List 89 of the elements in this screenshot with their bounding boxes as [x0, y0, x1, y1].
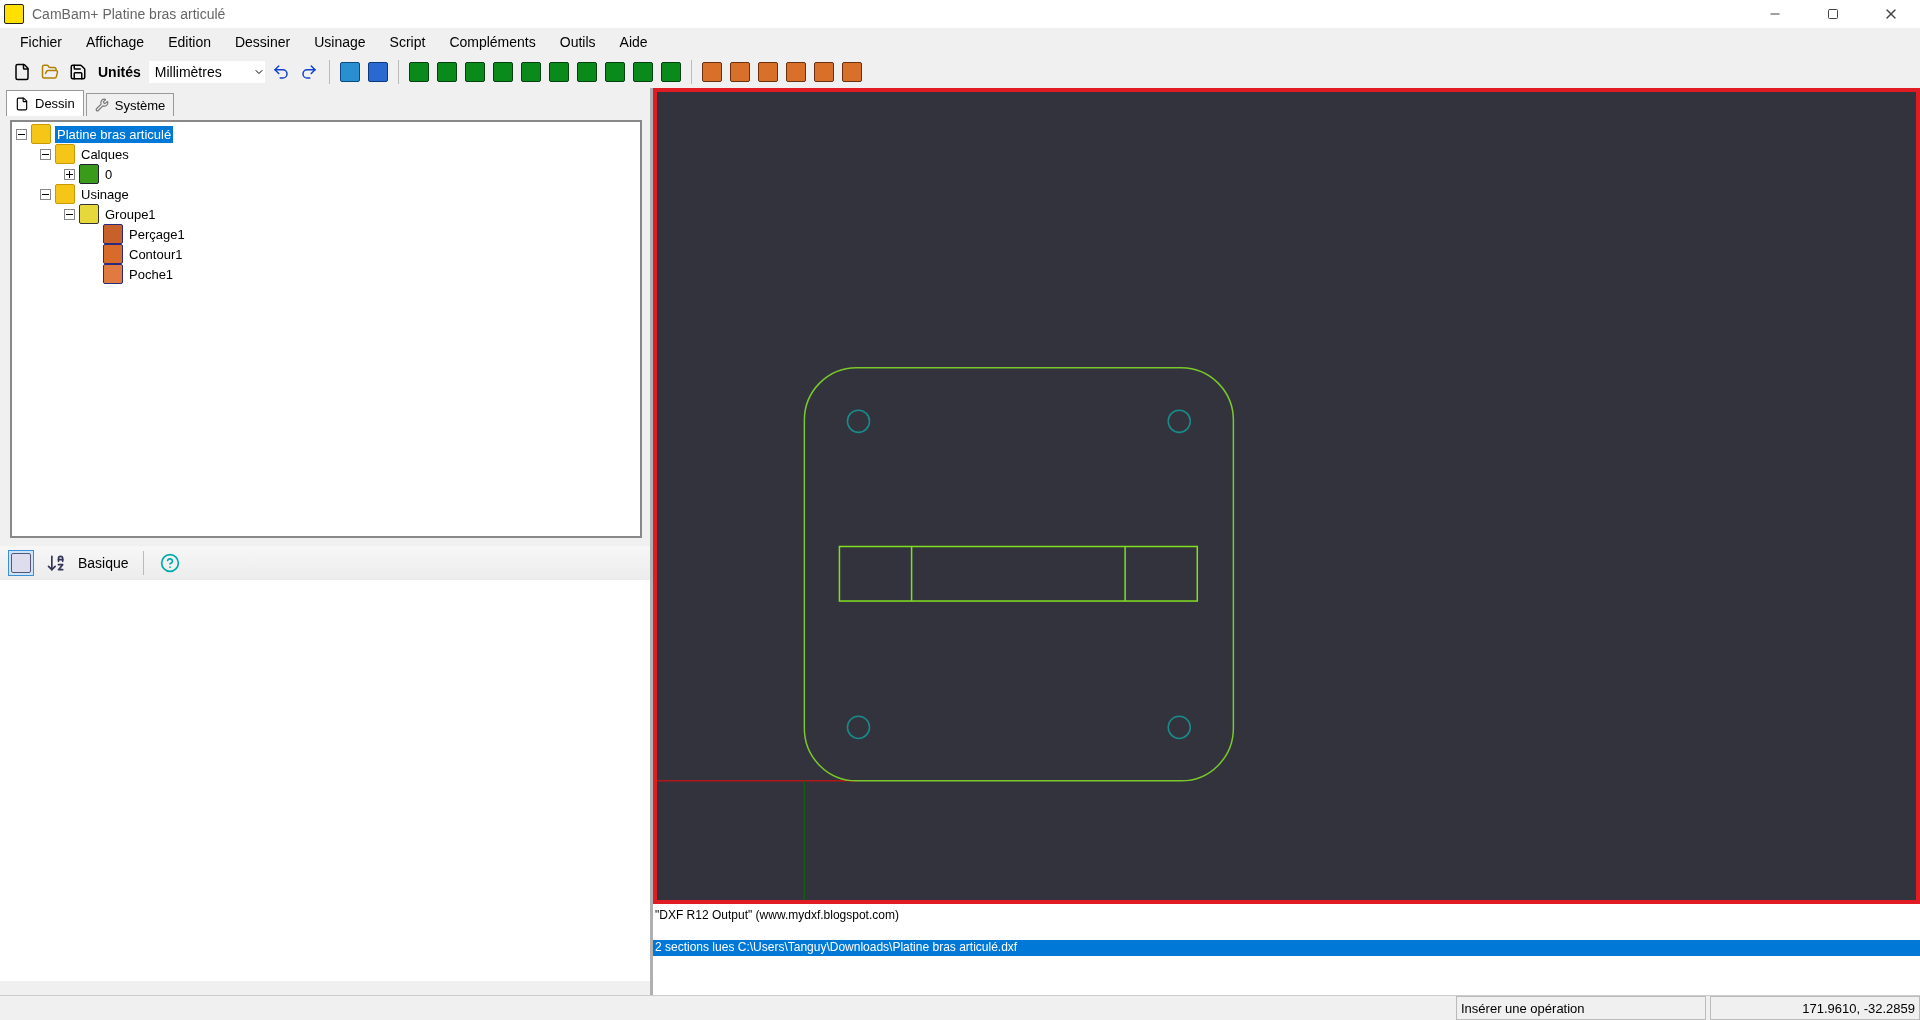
folder-icon [31, 124, 51, 144]
log-line[interactable]: "DXF R12 Output" (www.mydxf.blogspot.com) [653, 908, 1920, 924]
draw-tool-button[interactable] [574, 60, 599, 84]
hole-circle [1167, 409, 1192, 434]
page-icon [15, 96, 29, 111]
tool-icon [660, 62, 681, 82]
hole-circle [1167, 715, 1192, 740]
undo-icon [271, 63, 290, 81]
menu-item[interactable]: Edition [156, 34, 223, 50]
machining-tool-button[interactable] [699, 60, 724, 84]
tool-icon [757, 62, 778, 82]
collapse-toggle[interactable] [64, 208, 75, 220]
folder-icon [55, 184, 75, 204]
file-icon [13, 63, 31, 81]
item-icon [79, 204, 99, 224]
draw-tool-button[interactable] [518, 60, 543, 84]
collapse-toggle[interactable] [40, 148, 51, 160]
draw-tool-button[interactable] [406, 60, 431, 84]
help-icon [159, 553, 180, 573]
tree-item[interactable]: Poche1 [127, 265, 176, 283]
menu-item[interactable]: Outils [547, 34, 608, 50]
tool-icon [520, 62, 541, 82]
item-icon [103, 264, 123, 284]
tool-icon [339, 62, 360, 82]
tool-icon [464, 62, 485, 82]
menu-item[interactable]: Compléments [437, 34, 548, 50]
window-title: CamBam+ Platine bras articulé [32, 6, 227, 22]
tool-icon [729, 62, 750, 82]
draw-tool-button[interactable] [546, 60, 571, 84]
tree-item[interactable]: Usinage [79, 185, 131, 203]
panel-tab[interactable]: Dessin [6, 90, 84, 116]
tree-item[interactable]: Calques [79, 145, 131, 163]
machining-tool-button[interactable] [727, 60, 752, 84]
hole-circle [846, 715, 871, 740]
expand-toggle[interactable] [64, 168, 75, 180]
units-dropdown[interactable]: Millimètres [148, 61, 265, 83]
machining-tool-button[interactable] [839, 60, 864, 84]
tree-item[interactable]: Contour1 [127, 245, 185, 263]
folder-icon [55, 144, 75, 164]
draw-tool-button[interactable] [434, 60, 459, 84]
toolbar-button[interactable] [337, 60, 362, 84]
menu-item[interactable]: Usinage [302, 34, 378, 50]
item-icon [103, 244, 123, 264]
menu-item[interactable]: Fichier [8, 34, 74, 50]
wrench-icon [94, 98, 109, 112]
save-icon [69, 63, 87, 81]
draw-tool-button[interactable] [602, 60, 627, 84]
draw-tool-button[interactable] [658, 60, 683, 84]
menu-item[interactable]: Script [377, 34, 438, 50]
tool-icon [436, 62, 457, 82]
machining-tool-button[interactable] [755, 60, 780, 84]
collapse-toggle[interactable] [40, 188, 51, 200]
item-icon [79, 164, 99, 184]
tool-icon [813, 62, 834, 82]
tool-icon [492, 62, 513, 82]
menu-item[interactable]: Dessiner [222, 34, 303, 50]
folder-icon [41, 63, 59, 81]
filter-label[interactable]: Basique [78, 555, 129, 571]
tool-icon [785, 62, 806, 82]
item-icon [103, 224, 123, 244]
status-message: Insérer une opération [1456, 996, 1706, 1020]
tool-icon [604, 62, 625, 82]
maximize-icon [1827, 8, 1839, 20]
tool-icon [841, 62, 862, 82]
redo-icon [299, 63, 318, 81]
menu-item[interactable]: Affichage [74, 34, 157, 50]
menu-item[interactable]: Aide [607, 34, 660, 50]
panel-tab[interactable]: Système [85, 93, 175, 116]
draw-tool-button[interactable] [490, 60, 515, 84]
cursor-coordinates: 171.9610, -32.2859 [1710, 996, 1920, 1020]
tool-icon [632, 62, 653, 82]
sort-icon [46, 553, 66, 573]
draw-tool-button[interactable] [462, 60, 487, 84]
tool-icon [408, 62, 429, 82]
machining-tool-button[interactable] [811, 60, 836, 84]
categorized-button[interactable] [8, 550, 34, 576]
tool-icon [548, 62, 569, 82]
units-label: Unités [98, 64, 141, 80]
hole-circle [846, 409, 871, 434]
machining-tool-button[interactable] [783, 60, 808, 84]
collapse-toggle[interactable] [16, 128, 27, 140]
draw-tool-button[interactable] [630, 60, 655, 84]
tool-icon [576, 62, 597, 82]
tool-icon [701, 62, 722, 82]
tree-item[interactable]: Platine bras articulé [55, 125, 174, 143]
app-logo-icon [4, 4, 24, 24]
tree-item[interactable]: Groupe1 [103, 205, 158, 223]
tree-item[interactable]: 0 [103, 165, 115, 183]
tree-item[interactable]: Perçage1 [127, 225, 187, 243]
